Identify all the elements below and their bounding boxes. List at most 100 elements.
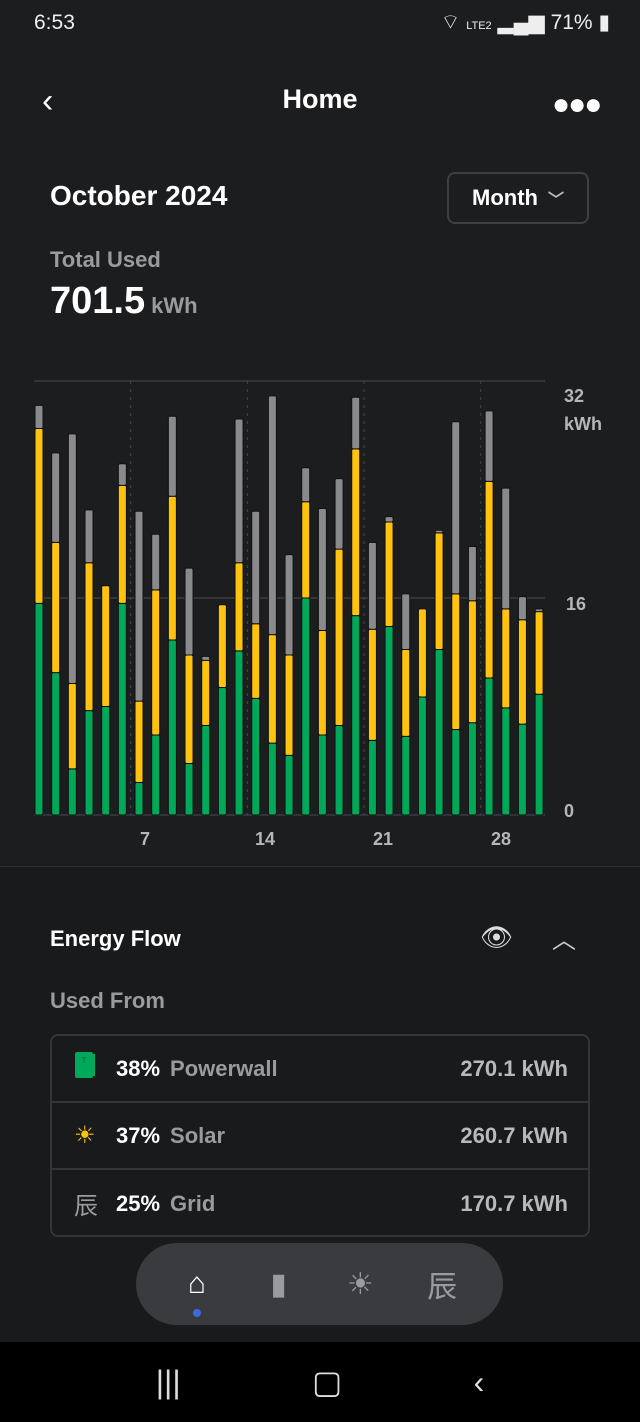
home-button[interactable]: ▢ xyxy=(312,1363,342,1401)
bar-grid-day-29[interactable] xyxy=(501,487,511,610)
bar-solar-day-18[interactable] xyxy=(317,630,327,736)
bar-solar-day-30[interactable] xyxy=(517,619,527,725)
tab-home[interactable]: ⌂ xyxy=(172,1267,222,1317)
bar-powerwall-day-31[interactable] xyxy=(534,693,544,816)
bar-grid-day-3[interactable] xyxy=(67,433,77,684)
bar-grid-day-21[interactable] xyxy=(367,541,377,630)
bar-grid-day-4[interactable] xyxy=(84,509,94,564)
bar-grid-day-2[interactable] xyxy=(51,452,61,543)
bar-powerwall-day-2[interactable] xyxy=(51,672,61,816)
tab-solar[interactable]: ☀ xyxy=(335,1267,385,1302)
bar-powerwall-day-27[interactable] xyxy=(467,722,477,816)
bar-solar-day-17[interactable] xyxy=(301,501,311,599)
bar-powerwall-day-25[interactable] xyxy=(434,649,444,816)
bar-solar-day-29[interactable] xyxy=(501,608,511,709)
bar-grid-day-18[interactable] xyxy=(317,507,327,632)
bar-grid-day-1[interactable] xyxy=(34,404,44,429)
more-button[interactable]: ●●● xyxy=(552,88,602,122)
bar-powerwall-day-13[interactable] xyxy=(234,650,244,816)
bar-grid-day-8[interactable] xyxy=(151,533,161,591)
bar-solar-day-6[interactable] xyxy=(117,484,127,604)
bar-solar-day-15[interactable] xyxy=(267,634,277,744)
bar-solar-day-26[interactable] xyxy=(451,593,461,731)
bar-powerwall-day-10[interactable] xyxy=(184,762,194,816)
bar-grid-day-15[interactable] xyxy=(267,395,277,636)
bar-powerwall-day-5[interactable] xyxy=(101,706,111,816)
bar-solar-day-28[interactable] xyxy=(484,480,494,679)
bar-grid-day-17[interactable] xyxy=(301,467,311,503)
bar-powerwall-day-14[interactable] xyxy=(251,697,261,816)
bar-solar-day-19[interactable] xyxy=(334,548,344,726)
bar-grid-day-11[interactable] xyxy=(201,655,211,661)
bar-solar-day-24[interactable] xyxy=(417,608,427,698)
source-row-solar[interactable]: ☀ 37% Solar 260.7 kWh xyxy=(52,1103,588,1170)
bar-solar-day-7[interactable] xyxy=(134,700,144,783)
bar-solar-day-23[interactable] xyxy=(401,649,411,737)
bar-solar-day-8[interactable] xyxy=(151,589,161,736)
bar-grid-day-6[interactable] xyxy=(117,463,127,486)
bar-powerwall-day-28[interactable] xyxy=(484,677,494,816)
bar-solar-day-13[interactable] xyxy=(234,562,244,652)
recent-apps-button[interactable]: ||| xyxy=(156,1364,181,1401)
bar-powerwall-day-24[interactable] xyxy=(417,696,427,816)
bar-solar-day-21[interactable] xyxy=(367,628,377,741)
bar-grid-day-20[interactable] xyxy=(351,396,361,450)
bar-solar-day-14[interactable] xyxy=(251,623,261,699)
bar-powerwall-day-26[interactable] xyxy=(451,729,461,816)
collapse-button[interactable]: ︿ xyxy=(552,920,576,955)
bar-grid-day-14[interactable] xyxy=(251,510,261,625)
bar-solar-day-9[interactable] xyxy=(167,495,177,641)
source-row-powerwall[interactable]: T 38% Powerwall 270.1 kWh xyxy=(52,1036,588,1103)
source-row-grid[interactable]: ⾠ 25% Grid 170.7 kWh xyxy=(52,1170,588,1235)
bar-solar-day-11[interactable] xyxy=(201,659,211,726)
bar-solar-day-5[interactable] xyxy=(101,585,111,707)
bar-powerwall-day-16[interactable] xyxy=(284,754,294,816)
bar-powerwall-day-8[interactable] xyxy=(151,734,161,816)
bar-grid-day-31[interactable] xyxy=(534,608,544,613)
bar-grid-day-23[interactable] xyxy=(401,593,411,651)
bar-solar-day-2[interactable] xyxy=(51,541,61,674)
bar-powerwall-day-22[interactable] xyxy=(384,625,394,816)
bar-solar-day-10[interactable] xyxy=(184,654,194,764)
usage-chart[interactable]: 32 kWh 16 0 7 14 21 28 xyxy=(0,360,640,860)
bar-solar-day-1[interactable] xyxy=(34,427,44,604)
bar-powerwall-day-18[interactable] xyxy=(317,734,327,816)
bar-powerwall-day-15[interactable] xyxy=(267,742,277,816)
bar-grid-day-26[interactable] xyxy=(451,421,461,595)
bar-grid-day-28[interactable] xyxy=(484,410,494,482)
bar-grid-day-9[interactable] xyxy=(167,415,177,497)
bar-powerwall-day-3[interactable] xyxy=(67,768,77,816)
bar-powerwall-day-29[interactable] xyxy=(501,707,511,816)
bar-grid-day-22[interactable] xyxy=(384,516,394,523)
bar-powerwall-day-6[interactable] xyxy=(117,602,127,816)
bar-grid-day-16[interactable] xyxy=(284,554,294,656)
bar-grid-day-27[interactable] xyxy=(467,545,477,602)
bar-grid-day-7[interactable] xyxy=(134,510,144,702)
bar-solar-day-4[interactable] xyxy=(84,562,94,712)
bar-grid-day-30[interactable] xyxy=(517,596,527,621)
bar-solar-day-16[interactable] xyxy=(284,654,294,756)
tab-grid[interactable]: ⾠ xyxy=(417,1262,467,1306)
period-selector[interactable]: Month ﹀ xyxy=(447,172,589,224)
tab-powerwall[interactable]: ▮ xyxy=(254,1267,304,1302)
bar-powerwall-day-19[interactable] xyxy=(334,724,344,816)
system-back-button[interactable]: ‹ xyxy=(474,1364,485,1401)
bar-solar-day-20[interactable] xyxy=(351,448,361,617)
bar-solar-day-3[interactable] xyxy=(67,682,77,770)
bar-solar-day-22[interactable] xyxy=(384,521,394,627)
bar-powerwall-day-17[interactable] xyxy=(301,597,311,816)
bar-powerwall-day-23[interactable] xyxy=(401,735,411,816)
bar-powerwall-day-7[interactable] xyxy=(134,781,144,816)
bar-grid-day-13[interactable] xyxy=(234,418,244,564)
bar-grid-day-10[interactable] xyxy=(184,567,194,656)
bar-powerwall-day-30[interactable] xyxy=(517,723,527,816)
visibility-toggle[interactable]: 👁 xyxy=(480,922,513,953)
bar-solar-day-27[interactable] xyxy=(467,600,477,724)
bar-powerwall-day-11[interactable] xyxy=(201,724,211,816)
bar-powerwall-day-21[interactable] xyxy=(367,739,377,816)
bar-solar-day-25[interactable] xyxy=(434,532,444,651)
bar-solar-day-31[interactable] xyxy=(534,611,544,695)
bar-grid-day-19[interactable] xyxy=(334,478,344,550)
bar-powerwall-day-4[interactable] xyxy=(84,710,94,816)
bar-powerwall-day-9[interactable] xyxy=(167,639,177,816)
